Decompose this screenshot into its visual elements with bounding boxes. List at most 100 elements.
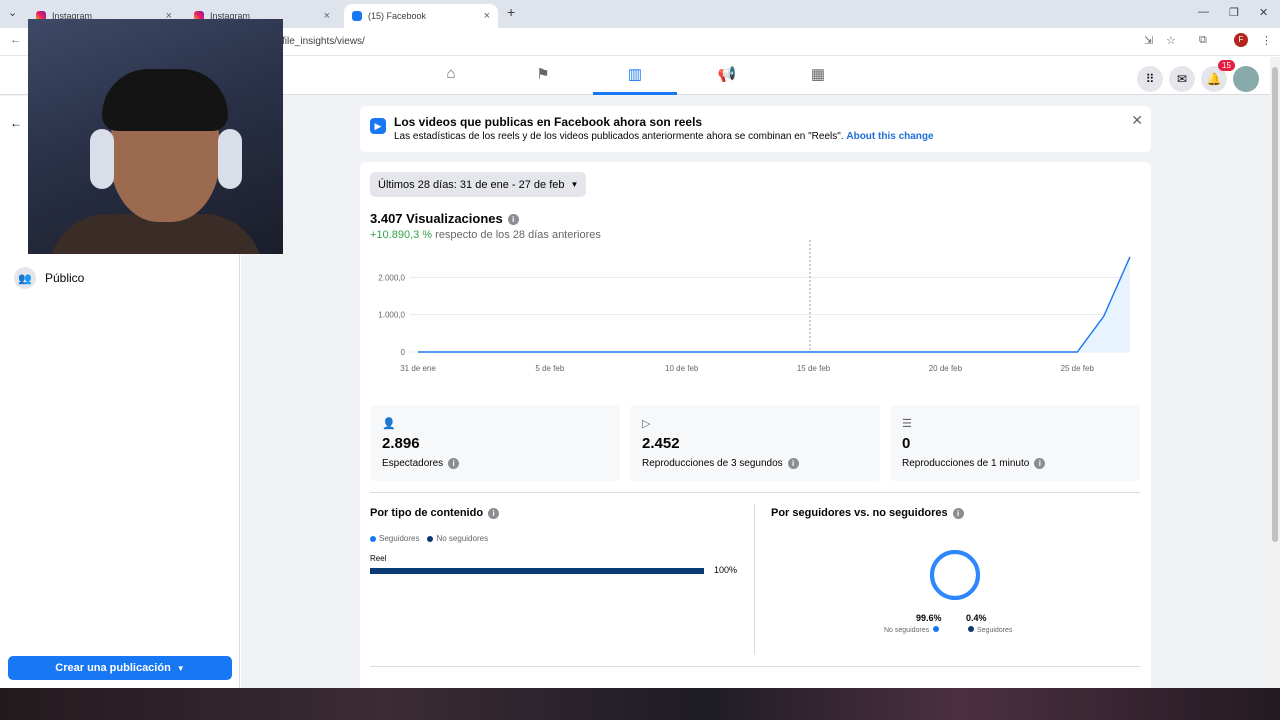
followers-pct: 0.4% (966, 613, 987, 623)
content-type-title-text: Por tipo de contenido (370, 507, 484, 519)
content-type-legend: Seguidores No seguidores (370, 534, 488, 543)
create-post-button[interactable]: Crear una publicación ▼ (8, 656, 232, 680)
nav-insights[interactable]: ▥ (593, 65, 677, 95)
nav-pages[interactable]: ⚑ (501, 65, 585, 95)
metric-value: 2.896 (382, 435, 420, 452)
reels-notice-banner: ▶ Los videos que publicas en Facebook ah… (360, 106, 1151, 152)
chart-series-line (418, 256, 1131, 353)
sidebar-item-publico[interactable]: 👥 Público (14, 267, 84, 289)
webcam-hair (102, 69, 228, 131)
menu-grid-button[interactable]: ⠿ (1137, 66, 1163, 92)
info-icon[interactable]: i (787, 458, 799, 469)
new-tab-icon[interactable]: + (507, 4, 515, 20)
caret-down-icon: ▼ (570, 180, 579, 189)
banner-title: Los videos que publicas en Facebook ahor… (394, 115, 703, 129)
tab-title: (15) Facebook (368, 11, 427, 21)
metric-value: 2.452 (642, 435, 680, 452)
y-tick-label: 2.000,0 (378, 273, 405, 282)
megaphone-icon: 📢 (717, 66, 737, 83)
nav-events[interactable]: ▦ (776, 65, 860, 95)
info-icon[interactable]: i (952, 507, 964, 519)
scrollbar-thumb[interactable] (1272, 67, 1278, 542)
chart-area (418, 256, 1130, 352)
browser-tab-facebook[interactable]: (15) Facebook × (344, 4, 498, 28)
metric-value: 0 (902, 435, 911, 452)
info-icon[interactable]: i (448, 458, 460, 469)
about-change-link[interactable]: About this change (846, 131, 933, 142)
followers-label-text: Seguidores (977, 627, 1013, 634)
url-field[interactable]: file_insights/views/ (282, 36, 365, 47)
views-heading: 3.407 Visualizaciones i (370, 211, 519, 226)
extensions-icon[interactable]: ⧉ (1199, 34, 1207, 47)
metric-label: Reproducciones de 3 segundos i (642, 458, 799, 469)
section-divider (370, 492, 1140, 493)
headphone-right (218, 129, 242, 189)
flag-icon: ⚑ (536, 66, 550, 83)
info-icon[interactable]: i (488, 507, 500, 519)
section-divider (370, 666, 1140, 667)
metric-viewers: 👤 2.896 Espectadores i (370, 405, 620, 481)
close-tab-icon[interactable]: × (324, 10, 330, 22)
home-icon: ⌂ (446, 65, 456, 82)
non-followers-label: No seguidores (884, 626, 942, 634)
messenger-button[interactable]: ✉ (1169, 66, 1195, 92)
list-play-icon: ☰ (902, 418, 912, 430)
close-icon[interactable]: ✕ (1131, 112, 1143, 129)
grid-icon: ⠿ (1145, 72, 1155, 86)
close-tab-icon[interactable]: × (484, 10, 490, 22)
date-range-dropdown[interactable]: Últimos 28 días: 31 de ene - 27 de feb ▼ (370, 172, 587, 197)
people-icon: 👥 (14, 267, 36, 289)
x-tick-label: 25 de feb (1061, 364, 1095, 373)
metric-label-text: Reproducciones de 1 minuto (902, 458, 1030, 470)
x-tick-label: 31 de ene (400, 364, 436, 373)
y-tick-label: 1.000,0 (378, 311, 405, 320)
reel-row-label: Reel (370, 554, 387, 563)
close-window-icon[interactable]: ✕ (1259, 6, 1268, 19)
followers-split-title-text: Por seguidores vs. no seguidores (771, 507, 948, 519)
legend-dot (427, 535, 434, 542)
headphone-left (90, 129, 114, 189)
metric-label-text: Reproducciones de 3 segundos (642, 458, 783, 470)
legend-dot (370, 535, 376, 542)
metric-label: Espectadores i (382, 458, 460, 470)
reel-progress-bar (370, 568, 704, 574)
info-icon[interactable]: i (507, 214, 519, 226)
caret-down-icon: ▼ (176, 663, 185, 673)
page-scrollbar[interactable] (1270, 57, 1280, 688)
restore-icon[interactable]: ❐ (1229, 6, 1239, 19)
metric-label: Reproducciones de 1 minuto i (902, 458, 1046, 470)
legend-followers: Seguidores (379, 534, 420, 543)
minimize-icon[interactable]: — (1198, 6, 1209, 18)
reels-icon: ▶ (370, 118, 386, 134)
x-tick-label: 5 de feb (535, 364, 564, 373)
reel-progress-fill (370, 568, 704, 574)
play-icon: ▷ (642, 418, 651, 430)
views-chart: 0 1.000,0 2.000,0 31 de ene 5 de feb 10 de f… (378, 240, 1131, 373)
profile-avatar[interactable]: F (1234, 33, 1248, 47)
non-followers-pct: 99.6% (916, 613, 942, 623)
bell-icon: 🔔 (1206, 72, 1222, 86)
create-post-label: Crear una publicación (55, 662, 171, 674)
tab-list-chevron-icon[interactable]: ⌄ (8, 6, 17, 19)
nav-home[interactable]: ⌂ (409, 65, 493, 95)
calendar-icon: ▦ (810, 66, 826, 83)
insights-card: Últimos 28 días: 31 de ene - 27 de feb ▼… (360, 162, 1151, 692)
followers-label: Seguidores (968, 626, 1012, 634)
bar-chart-icon: ▥ (627, 66, 643, 83)
menu-dots-icon[interactable]: ⋮ (1261, 34, 1272, 47)
info-icon[interactable]: i (1034, 458, 1046, 469)
metric-label-text: Espectadores (382, 458, 444, 470)
nav-ads[interactable]: 📢 (685, 65, 769, 95)
sidebar-item-label: Público (45, 271, 85, 285)
bookmark-star-icon[interactable]: ☆ (1166, 34, 1176, 47)
followers-split-title: Por seguidores vs. no seguidores i (771, 507, 964, 519)
messenger-icon: ✉ (1176, 72, 1188, 86)
back-icon[interactable]: ← (10, 34, 21, 46)
date-range-label: Últimos 28 días: 31 de ene - 27 de feb (378, 178, 565, 191)
notification-badge: 15 (1218, 60, 1235, 71)
facebook-icon (352, 11, 362, 21)
sidebar-back-icon[interactable]: ← (10, 116, 22, 130)
install-icon[interactable]: ⇲ (1144, 34, 1153, 47)
desktop-background-strip (0, 688, 1280, 720)
account-avatar[interactable] (1233, 66, 1259, 92)
